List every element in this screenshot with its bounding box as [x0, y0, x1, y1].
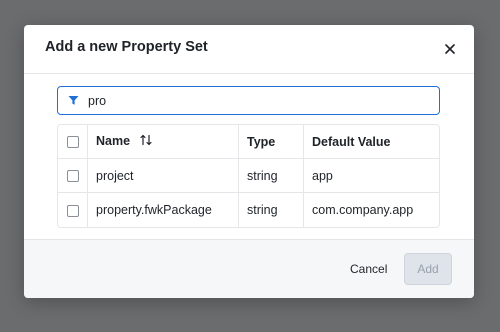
dialog-body: Name Type Default Value	[24, 74, 474, 240]
column-header-default-value[interactable]: Default Value	[304, 125, 439, 159]
cell-type: string	[239, 159, 304, 193]
dialog-header: Add a new Property Set	[24, 25, 474, 73]
row-checkbox[interactable]	[66, 204, 79, 217]
column-header-type[interactable]: Type	[239, 125, 304, 159]
row-checkbox[interactable]	[66, 170, 79, 183]
dialog-footer: Cancel Add	[24, 240, 474, 298]
filter-input[interactable]	[88, 93, 428, 108]
filter-field[interactable]	[57, 86, 440, 115]
table-row[interactable]: property.fwkPackage string com.company.a…	[58, 193, 439, 227]
cell-default-value: app	[304, 159, 439, 193]
filter-icon	[58, 87, 88, 114]
table-row[interactable]: project string app	[58, 159, 439, 193]
property-table: Name Type Default Value project string a…	[57, 124, 440, 228]
add-button[interactable]: Add	[404, 253, 452, 285]
column-header-name[interactable]: Name	[88, 125, 239, 159]
dialog-title: Add a new Property Set	[45, 39, 208, 55]
add-property-set-dialog: Add a new Property Set pro Name Type Def…	[24, 25, 474, 298]
close-icon	[445, 44, 455, 54]
cell-type: string	[239, 193, 304, 227]
select-all-checkbox[interactable]	[66, 136, 79, 149]
header-checkbox-cell	[58, 125, 88, 159]
row-checkbox-cell	[58, 159, 88, 193]
table-header-row: Name Type Default Value	[58, 125, 439, 159]
close-button[interactable]	[440, 39, 460, 59]
column-header-name-label: Name	[96, 133, 131, 148]
cell-name: project	[88, 159, 239, 193]
cell-name: property.fwkPackage	[88, 193, 239, 227]
sort-icon[interactable]	[139, 134, 152, 149]
cell-default-value: com.company.app	[312, 203, 414, 217]
cancel-button[interactable]: Cancel	[340, 256, 397, 282]
row-checkbox-cell	[58, 193, 88, 227]
